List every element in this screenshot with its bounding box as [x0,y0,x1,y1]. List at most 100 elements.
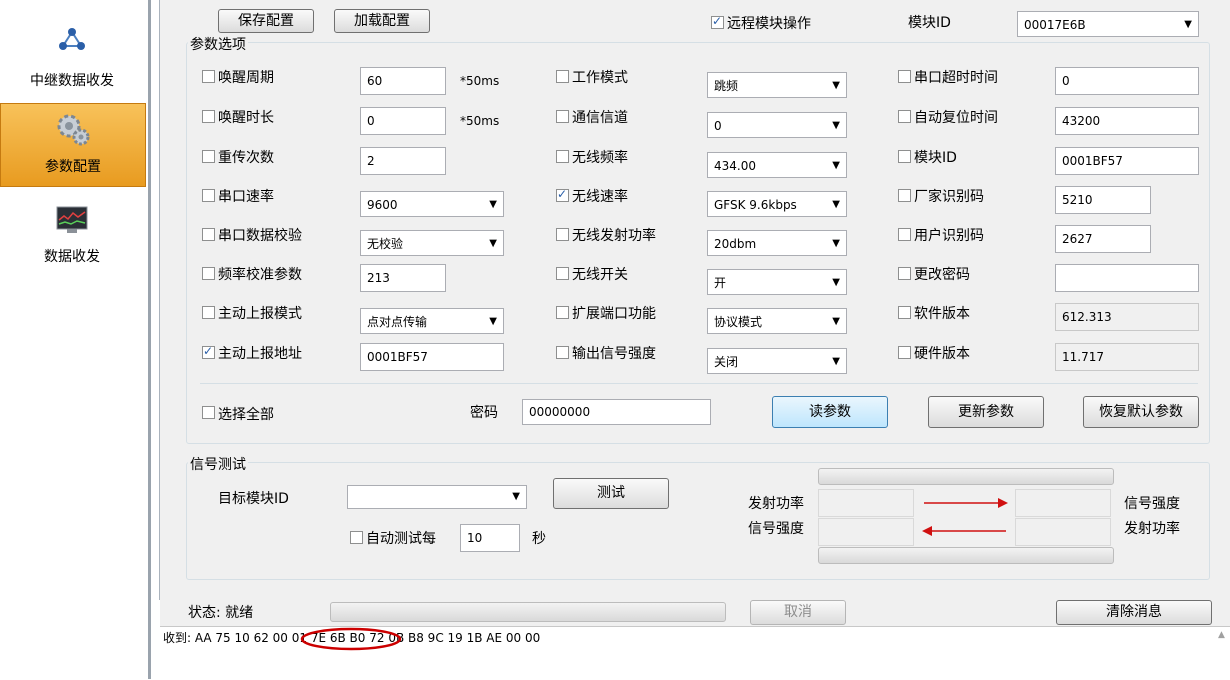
select-all-label: 选择全部 [218,407,274,423]
restore-defaults-button[interactable]: 恢复默认参数 [1083,396,1199,428]
param-input[interactable]: 2627 [1055,225,1151,253]
module-id-select[interactable]: 00017E6B ▼ [1017,11,1199,37]
tx-power-left-label: 发射功率 [748,496,804,512]
gears-icon [57,114,90,146]
param-checkbox[interactable] [202,150,215,163]
rssi-right-value [1015,489,1111,517]
clear-messages-button[interactable]: 清除消息 [1056,600,1212,625]
param-input[interactable]: 0 [1055,67,1199,95]
param-label: 唤醒时长 [218,110,274,126]
seconds-label: 秒 [532,531,546,547]
config-panel: 保存配置 加载配置 远程模块操作 模块ID 00017E6B ▼ 参数选项 选择… [160,0,1230,600]
param-input[interactable]: 0 [360,107,446,135]
auto-test-checkbox[interactable] [350,531,363,544]
target-module-label: 目标模块ID [218,491,289,507]
sidebar-item-params[interactable]: 参数配置 [0,103,146,187]
param-select[interactable]: 20dbm ▼ [707,230,847,256]
param-checkbox[interactable] [556,346,569,359]
update-params-button[interactable]: 更新参数 [928,396,1044,428]
param-checkbox[interactable] [898,110,911,123]
param-input[interactable]: 2 [360,147,446,175]
param-checkbox[interactable] [898,267,911,280]
param-checkbox[interactable] [556,70,569,83]
monitor-chart-icon [56,206,88,233]
chevron-down-icon: ▼ [832,277,840,288]
param-checkbox[interactable] [898,228,911,241]
chevron-down-icon: ▼ [489,238,497,249]
sidebar-splitter[interactable] [148,0,151,679]
param-checkbox[interactable] [202,228,215,241]
param-label: 厂家识别码 [914,189,984,205]
param-checkbox[interactable] [202,70,215,83]
param-checkbox[interactable] [556,306,569,319]
param-select[interactable]: 434.00 ▼ [707,152,847,178]
password-label: 密码 [470,405,498,421]
param-label: 串口数据校验 [218,228,302,244]
param-checkbox[interactable] [898,306,911,319]
param-checkbox[interactable] [202,110,215,123]
param-checkbox[interactable] [556,150,569,163]
test-button[interactable]: 测试 [553,478,669,509]
param-checkbox[interactable] [202,189,215,202]
param-checkbox[interactable] [202,344,215,359]
separator [200,383,1198,384]
sidebar-item-relay[interactable]: 中继数据收发 [0,14,144,96]
param-select[interactable]: 开 ▼ [707,269,847,295]
chevron-down-icon: ▼ [832,238,840,249]
param-checkbox[interactable] [898,150,911,163]
remote-module-checkbox[interactable] [711,14,724,29]
read-params-button[interactable]: 读参数 [772,396,888,428]
param-select[interactable]: 关闭 ▼ [707,348,847,374]
param-input[interactable]: 0001BF57 [360,343,504,371]
param-label: 更改密码 [914,267,970,283]
target-module-select[interactable]: ▼ [347,485,527,509]
chevron-down-icon: ▼ [832,120,840,131]
select-all-checkbox[interactable] [202,406,215,419]
param-checkbox[interactable] [898,346,911,359]
auto-test-label: 自动测试每 [366,531,436,547]
highlight-ellipse [300,627,402,651]
param-checkbox[interactable] [556,187,569,202]
param-select[interactable]: 跳频 ▼ [707,72,847,98]
param-input[interactable]: 213 [360,264,446,292]
sidebar-item-data[interactable]: 数据收发 [0,196,144,278]
param-value: 开 [714,276,727,290]
param-checkbox[interactable] [202,306,215,319]
param-checkbox[interactable] [898,70,911,83]
tx-progress-bar [818,468,1114,485]
param-input[interactable] [1055,264,1199,292]
status-label: 状态: 就绪 [188,605,254,621]
param-select[interactable]: 点对点传输 ▼ [360,308,504,334]
sidebar-item-label: 参数配置 [45,159,101,175]
param-checkbox[interactable] [556,110,569,123]
param-label: 无线发射功率 [572,228,656,244]
param-checkbox[interactable] [202,267,215,280]
password-field[interactable]: 00000000 [522,399,711,425]
load-config-button[interactable]: 加载配置 [334,9,430,33]
param-input[interactable]: 5210 [1055,186,1151,214]
param-checkbox[interactable] [898,189,911,202]
save-config-button[interactable]: 保存配置 [218,9,314,33]
param-label: 主动上报地址 [218,346,302,362]
param-label: 模块ID [914,150,957,166]
arrow-left-icon [922,526,1006,536]
param-input[interactable]: 43200 [1055,107,1199,135]
param-select[interactable]: GFSK 9.6kbps ▼ [707,191,847,217]
param-label: 串口速率 [218,189,274,205]
cancel-button[interactable]: 取消 [750,600,846,625]
param-select[interactable]: 无校验 ▼ [360,230,504,256]
param-select[interactable]: 0 ▼ [707,112,847,138]
param-checkbox[interactable] [556,228,569,241]
param-value: 无校验 [367,237,404,251]
status-area: 状态: 就绪 取消 清除消息 收到: AA 75 10 62 00 01 7E … [160,600,1230,680]
param-checkbox[interactable] [556,267,569,280]
param-input[interactable]: 0001BF57 [1055,147,1199,175]
scroll-up-icon[interactable]: ▲ [1218,630,1225,640]
param-label: 无线频率 [572,150,628,166]
param-label: 扩展端口功能 [572,306,656,322]
param-select[interactable]: 9600 ▼ [360,191,504,217]
tx-power-right-label: 发射功率 [1124,521,1180,537]
param-input[interactable]: 60 [360,67,446,95]
param-select[interactable]: 协议模式 ▼ [707,308,847,334]
auto-test-interval-field[interactable]: 10 [460,524,520,552]
